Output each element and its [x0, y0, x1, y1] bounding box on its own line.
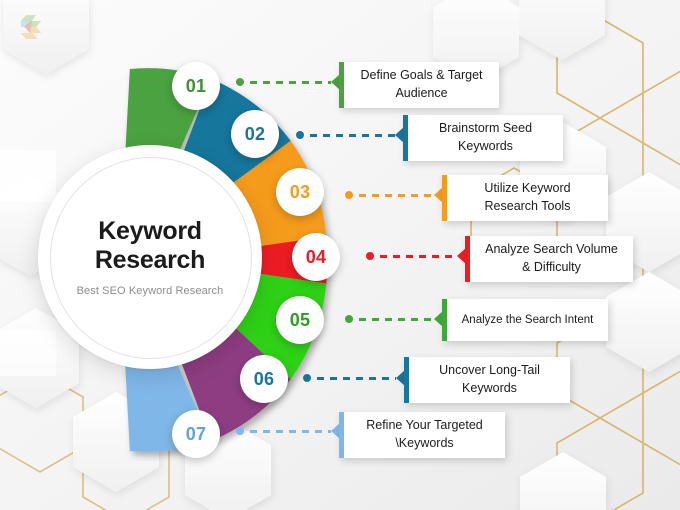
- connector-02-dot: [296, 131, 304, 139]
- connector-02: [296, 127, 404, 143]
- step-card-02[interactable]: Brainstorm Seed Keywords: [403, 115, 563, 161]
- connector-01: [236, 74, 340, 90]
- connector-02-dashes: [310, 133, 395, 137]
- connector-06-dashes: [317, 376, 396, 380]
- keyword-research-infographic: Keyword Research Best SEO Keyword Resear…: [0, 0, 680, 510]
- step-card-07-label: Refine Your Targeted \Keywords: [366, 418, 483, 450]
- connector-05: [345, 311, 443, 327]
- step-badge-03-number: 03: [289, 181, 311, 202]
- connector-07-dashes: [250, 429, 331, 433]
- connector-04: [366, 248, 466, 264]
- connector-05-dot: [345, 315, 353, 323]
- step-badge-06-number: 06: [253, 368, 275, 389]
- step-card-04-label: Analyze Search Volume & Difficulty: [485, 242, 618, 274]
- step-card-01-label: Define Goals & Target Audience: [360, 68, 483, 100]
- hub-subtitle: Best SEO Keyword Research: [76, 285, 224, 297]
- step-card-06-label: Uncover Long-Tail Keywords: [439, 363, 540, 395]
- step-badge-05[interactable]: 05: [276, 296, 324, 344]
- connector-07-dot: [236, 427, 244, 435]
- hub-title-line-2: Research: [94, 245, 206, 274]
- step-badge-07-number: 07: [185, 423, 207, 444]
- step-badge-03[interactable]: 03: [276, 168, 324, 216]
- step-badge-02[interactable]: 02: [231, 110, 279, 158]
- connector-04-dot: [366, 252, 374, 260]
- connector-05-dashes: [359, 317, 434, 321]
- step-badge-01-number: 01: [185, 75, 207, 96]
- connector-04-dashes: [380, 254, 457, 258]
- step-card-03[interactable]: Utilize Keyword Research Tools: [442, 175, 608, 221]
- step-card-05[interactable]: Analyze the Search Intent: [442, 299, 608, 341]
- step-badge-05-number: 05: [289, 309, 311, 330]
- step-badge-04[interactable]: 04: [292, 233, 340, 281]
- connector-01-dot: [236, 78, 244, 86]
- connector-03-dot: [345, 191, 353, 199]
- step-badge-04-number: 04: [305, 246, 327, 267]
- center-hub-content: Keyword Research Best SEO Keyword Resear…: [50, 157, 250, 357]
- step-badge-02-number: 02: [244, 123, 266, 144]
- step-card-04[interactable]: Analyze Search Volume & Difficulty: [465, 236, 633, 282]
- connector-03: [345, 187, 443, 203]
- connector-06: [303, 370, 405, 386]
- step-card-07[interactable]: Refine Your Targeted \Keywords: [339, 412, 505, 458]
- hub-title-line-1: Keyword: [98, 217, 202, 245]
- step-card-05-label: Analyze the Search Intent: [461, 313, 594, 326]
- page-title: Keyword Research: [95, 217, 205, 274]
- step-card-02-label: Brainstorm Seed Keywords: [438, 121, 533, 153]
- brand-logo-icon: [20, 15, 42, 39]
- step-badge-06[interactable]: 06: [240, 355, 288, 403]
- connector-01-dashes: [250, 80, 331, 84]
- connector-07: [236, 423, 340, 439]
- step-badge-01[interactable]: 01: [172, 62, 220, 110]
- step-card-03-label: Utilize Keyword Research Tools: [484, 181, 571, 213]
- step-badge-07[interactable]: 07: [172, 410, 220, 458]
- connector-03-dashes: [359, 193, 434, 197]
- step-card-01[interactable]: Define Goals & Target Audience: [339, 62, 499, 108]
- step-card-06[interactable]: Uncover Long-Tail Keywords: [404, 357, 570, 403]
- connector-06-dot: [303, 374, 311, 382]
